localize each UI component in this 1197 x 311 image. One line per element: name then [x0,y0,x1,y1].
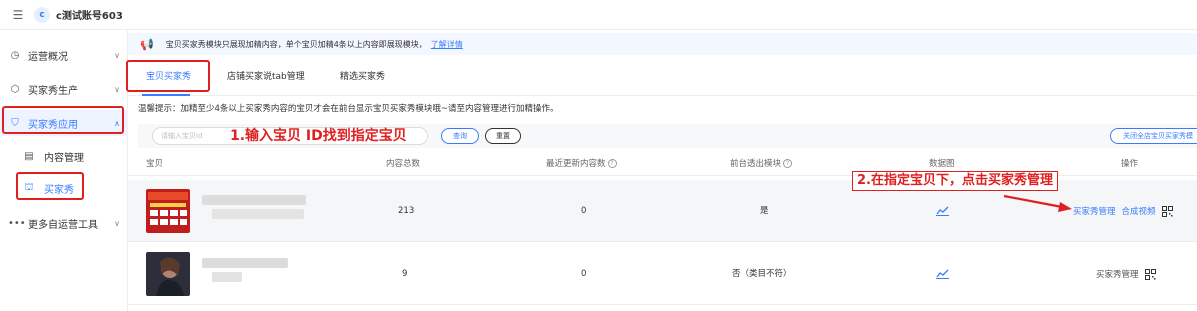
learn-more-link[interactable]: 了解详情 [431,39,463,50]
help-icon[interactable]: ? [783,159,793,168]
sidebar-item-more-tools[interactable]: ••• 更多自运营工具 ∨ [0,210,128,236]
sidebar-item-label: 更多自运营工具 [28,219,98,231]
tab-bar: 宝贝买家秀 店铺买家说tab管理 精选买家秀 [128,58,1197,96]
annotation-step2: 2.在指定宝贝下，点击买家秀管理 [852,171,1058,191]
help-icon[interactable]: ? [607,159,617,168]
module-shown: 否（类目不符） [732,269,792,279]
annotation-arrow [1003,194,1072,212]
annotation-step1: 1.输入宝贝 ID找到指定宝贝 [230,128,407,144]
sidebar-item-label: 买家秀应用 [28,119,78,131]
table-row: 9 0 否（类目不符） 买家秀管理 [128,243,1197,305]
chevron-up-icon: ∧ [114,118,120,128]
product-title-blurred [212,209,304,219]
query-button[interactable]: 查询 [441,128,479,144]
tab-featured-buyer-show[interactable]: 精选买家秀 [340,58,385,96]
tab-item-buyer-show[interactable]: 宝贝买家秀 [146,58,191,96]
row-actions: 买家秀管理 合成视频 [1073,180,1173,242]
product-thumbnail [146,189,190,233]
product-title-blurred [212,272,242,282]
tab-underline [142,94,190,96]
close-all-module-button[interactable]: 关闭全店宝贝买家秀模 [1110,128,1197,144]
compose-video-link[interactable]: 合成视频 [1122,205,1156,217]
column-header: 宝贝 [146,159,164,169]
account-name: c测试账号603 [56,11,123,22]
sidebar-item-buyer-show[interactable]: ⛫ 买家秀 [0,176,128,200]
buyer-show-manage-link[interactable]: 买家秀管理 [1096,268,1139,280]
top-bar: ☰ c c测试账号603 [0,0,1197,30]
sidebar-item-label: 运营概况 [28,51,68,63]
sidebar-item-label: 买家秀生产 [28,85,78,97]
sidebar-item-content-management[interactable]: ▤ 内容管理 [0,144,128,168]
clock-icon: ◷ [10,49,20,61]
row-actions: 买家秀管理 [1096,243,1156,305]
chevron-down-icon: ∨ [114,218,120,228]
menu-icon[interactable]: ☰ [8,8,28,22]
column-header: 前台透出模块 [730,159,782,169]
sidebar-item-production[interactable]: ⬡ 买家秀生产 ∨ [0,76,128,102]
notice-bar: 📢 宝贝买家秀模块只展现加精内容，单个宝贝加精4条以上内容即展现模块， 了解详情 [128,33,1197,55]
sidebar-item-label: 内容管理 [44,152,84,164]
column-header-recent: 最近更新内容数? [546,152,617,176]
buyer-show-manage-link[interactable]: 买家秀管理 [1073,205,1116,217]
shop-icon: ⛫ [24,181,34,193]
sidebar-item-overview[interactable]: ◷ 运营概况 ∨ [0,42,128,68]
box-icon: ⬡ [10,83,20,95]
sidebar-item-application[interactable]: ⛉ 买家秀应用 ∧ [0,110,128,136]
product-title-blurred [202,195,306,205]
chevron-down-icon: ∨ [114,84,120,94]
module-shown: 是 [760,206,769,216]
tip-text: 温馨提示：加精至少4条以上买家秀内容的宝贝才会在前台显示宝贝买家秀模块哦~请至内… [138,104,559,114]
recent-count: 0 [581,206,587,216]
line-chart-icon[interactable] [936,243,949,305]
product-thumbnail [146,252,190,296]
megaphone-icon: 📢 [140,37,154,51]
avatar[interactable]: c [34,6,50,23]
total-count: 9 [402,269,408,279]
bag-icon: ⛉ [11,117,19,129]
reset-button[interactable]: 重置 [485,128,521,144]
column-header: 内容总数 [386,159,421,169]
chevron-down-icon: ∨ [114,50,120,60]
filter-bar: 请输入宝贝id 1.输入宝贝 ID找到指定宝贝 查询 重置 关闭全店宝贝买家秀模 [138,124,1197,148]
sidebar-item-label: 买家秀 [44,184,74,196]
qrcode-icon[interactable] [1161,205,1173,217]
qrcode-icon[interactable] [1144,268,1156,280]
column-header-shown: 前台透出模块? [730,152,793,176]
tab-store-buyer-say[interactable]: 店铺买家说tab管理 [227,58,305,96]
product-title-blurred [202,258,288,268]
document-icon: ▤ [24,150,34,162]
column-header: 最近更新内容数 [546,159,606,169]
notice-text: 宝贝买家秀模块只展现加精内容，单个宝贝加精4条以上内容即展现模块， [165,39,427,49]
total-count: 213 [398,206,415,216]
recent-count: 0 [581,269,587,279]
column-header: 操作 [1121,159,1139,169]
more-icon: ••• [8,217,26,229]
sidebar: ◷ 运营概况 ∨ ⬡ 买家秀生产 ∨ ⛉ 买家秀应用 ∧ ▤ 内容管理 ⛫ 买家… [0,30,128,311]
